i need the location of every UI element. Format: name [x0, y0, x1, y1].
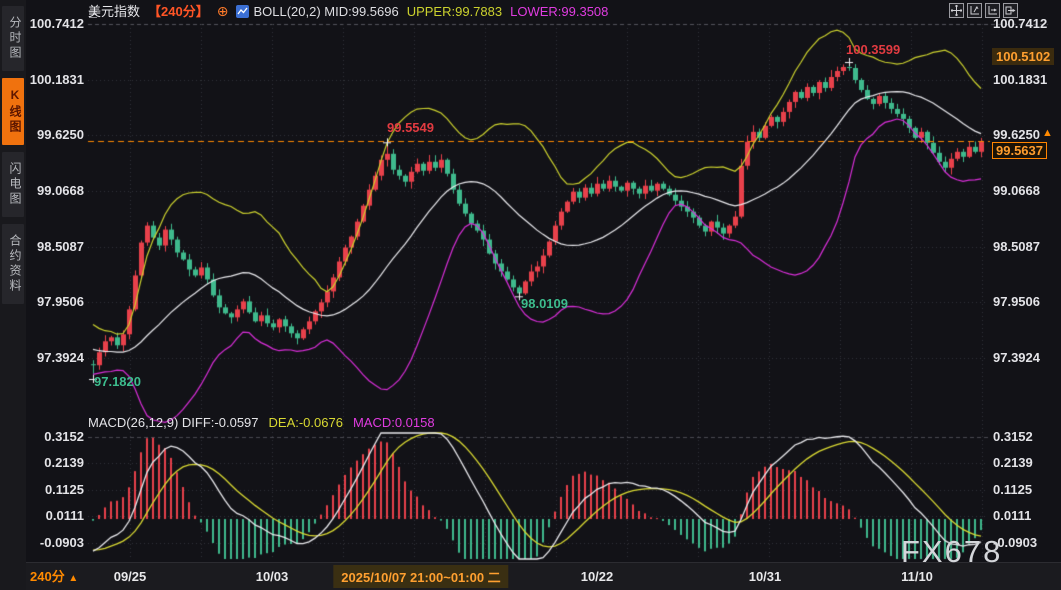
- price-tick-label: 98.5087: [993, 239, 1059, 254]
- macd-tick-label: 0.3152: [993, 429, 1059, 444]
- price-tick-label: 100.1831: [26, 72, 84, 87]
- date-tick-label: 10/31: [749, 563, 782, 590]
- trading-app-window: 分时图 K线图 闪电图 合约资料 美元指数【240分】 ⊕ BOLL(20,2) M…: [0, 0, 1061, 590]
- period-dropdown-arrow-icon: ▲: [68, 573, 78, 584]
- macd-diff-value: MACD(26,12,9) DIFF:-0.0597: [88, 415, 259, 430]
- annotation-swing-low: 98.0109: [521, 296, 568, 311]
- tab-lightning-chart[interactable]: 闪电图: [2, 152, 24, 217]
- crosshair-datetime-badge: 2025/10/07 21:00~01:00 二: [333, 565, 508, 588]
- line-chart-icon[interactable]: [236, 2, 249, 25]
- macd-tick-label: 0.2139: [26, 455, 84, 470]
- macd-dea-value: DEA:-0.0676: [269, 415, 343, 430]
- period-selector[interactable]: 240分 ▲: [30, 563, 78, 590]
- period-label: 240分: [30, 569, 65, 584]
- move-crosshair-icon[interactable]: [949, 3, 964, 18]
- price-tick-label: 97.3924: [993, 350, 1059, 365]
- chart-toolbar: [949, 3, 1018, 18]
- price-tick-label: 98.5087: [26, 239, 84, 254]
- tab-contract-info[interactable]: 合约资料: [2, 224, 24, 304]
- fx678-watermark: FX678: [901, 534, 1002, 570]
- macd-hist-value: MACD:0.0158: [353, 415, 435, 430]
- annotation-swing-high: 99.5549: [387, 120, 434, 135]
- price-tick-label: 97.9506: [993, 294, 1059, 309]
- current-price-badge: 99.5637: [992, 142, 1047, 159]
- kline-macd-chart-canvas[interactable]: [0, 0, 1061, 590]
- tab-kline-chart[interactable]: K线图: [2, 78, 24, 145]
- pan-right-icon[interactable]: [1003, 3, 1018, 18]
- price-tick-label: 99.0668: [993, 183, 1059, 198]
- period-tag: 【240分】: [148, 4, 209, 19]
- chart-type-sidebar: 分时图 K线图 闪电图 合约资料: [0, 0, 26, 590]
- price-tick-label: 97.9506: [26, 294, 84, 309]
- date-tick-label: 09/25: [114, 563, 147, 590]
- jump-to-latest-icon[interactable]: ▲: [1042, 127, 1053, 139]
- macd-tick-label: -0.0903: [993, 535, 1059, 550]
- price-tick-label: 100.7412: [26, 16, 84, 31]
- annotation-chart-low: 97.1820: [94, 374, 141, 389]
- price-tick-label: 99.6250: [26, 127, 84, 142]
- add-indicator-icon[interactable]: ⊕: [217, 3, 229, 19]
- macd-tick-label: 0.3152: [26, 429, 84, 444]
- price-tick-label: 99.0668: [26, 183, 84, 198]
- axis-high-price-badge: 100.5102: [992, 48, 1054, 65]
- date-tick-label: 10/03: [256, 563, 289, 590]
- scale-x-axis-icon[interactable]: [985, 3, 1000, 18]
- macd-tick-label: -0.0903: [26, 535, 84, 550]
- annotation-session-high: 100.3599: [846, 42, 900, 57]
- chart-header: 美元指数【240分】 ⊕ BOLL(20,2) MID:99.5696 UPPER:9…: [88, 0, 616, 24]
- macd-tick-label: 0.1125: [993, 482, 1059, 497]
- boll-upper-value: UPPER:99.7883: [407, 4, 502, 19]
- macd-tick-label: 0.1125: [26, 482, 84, 497]
- price-tick-label: 100.1831: [993, 72, 1059, 87]
- symbol-title: 美元指数: [88, 4, 140, 19]
- price-tick-label: 100.7412: [993, 16, 1059, 31]
- scale-y-axis-icon[interactable]: [967, 3, 982, 18]
- macd-tick-label: 0.0111: [26, 508, 84, 523]
- macd-tick-label: 0.0111: [993, 508, 1059, 523]
- price-tick-label: 97.3924: [26, 350, 84, 365]
- date-tick-label: 10/22: [581, 563, 614, 590]
- boll-mid-value: BOLL(20,2) MID:99.5696: [253, 4, 398, 19]
- macd-header: MACD(26,12,9) DIFF:-0.0597 DEA:-0.0676 MAC…: [88, 415, 435, 430]
- macd-tick-label: 0.2139: [993, 455, 1059, 470]
- tab-timeshare-chart[interactable]: 分时图: [2, 6, 24, 71]
- boll-lower-value: LOWER:99.3508: [510, 4, 608, 19]
